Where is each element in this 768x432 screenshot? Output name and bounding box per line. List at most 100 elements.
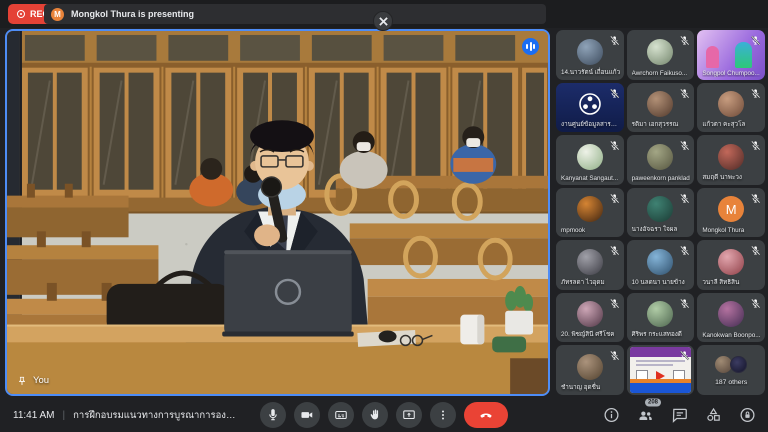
participant-avatar — [718, 144, 744, 170]
participant-avatar — [647, 144, 673, 170]
mic-off-icon — [609, 138, 620, 149]
close-presentation-button[interactable] — [373, 11, 393, 31]
host-controls-icon — [739, 407, 756, 424]
participant-name: 14.นาวรัตน์ เถื่อนแก้ว — [561, 67, 621, 77]
participant-count-badge: 208 — [645, 399, 661, 407]
clock: 11:41 AM — [13, 410, 55, 421]
audio-level-indicator — [522, 38, 539, 55]
mic-off-icon — [679, 296, 690, 307]
participant-tile[interactable]: ภัทรลดา ไวอุดม — [556, 240, 624, 290]
mic-off-icon — [609, 348, 620, 359]
host-controls-button[interactable] — [739, 407, 756, 424]
chat-icon — [671, 407, 688, 424]
participant-avatar — [718, 91, 744, 117]
record-icon — [17, 10, 25, 18]
participant-tile[interactable]: mpmook — [556, 188, 624, 238]
mic-off-icon — [750, 33, 761, 44]
participant-tile[interactable]: รติมา เอกสุวรรณ — [627, 83, 695, 133]
participant-name: งานศูนย์ข้อมูลสารสน... — [561, 119, 621, 129]
mic-off-icon — [609, 86, 620, 97]
mic-off-icon — [679, 348, 690, 359]
participant-tile[interactable]: แก้วตา คะสุวโล — [697, 83, 765, 133]
participant-name: 20. พิชญ์สินี ศรีโชค — [561, 329, 621, 339]
participant-name: Kanyanat Sangaut... — [561, 175, 621, 182]
obs-logo-icon — [578, 92, 602, 116]
participant-tile[interactable]: 14.นาวรัตน์ เถื่อนแก้ว — [556, 30, 624, 80]
meeting-info: 11:41 AM | การฝึกอบรมแนวทางการบูรณาการอง… — [13, 398, 241, 432]
pin-icon — [17, 376, 27, 386]
participant-tile[interactable]: paweenkorn panklad — [627, 135, 695, 185]
info-button[interactable] — [603, 407, 620, 424]
videocam-icon — [300, 408, 314, 422]
bottom-bar: 11:41 AM | การฝึกอบรมแนวทางการบูรณาการอง… — [0, 398, 768, 432]
present-screen-icon — [402, 408, 416, 422]
mic-off-icon — [750, 86, 761, 97]
activities-button[interactable] — [705, 407, 722, 424]
participant-tile[interactable]: 10 นลดนา นายข้าง — [627, 240, 695, 290]
camera-button[interactable] — [294, 402, 320, 428]
participant-tile[interactable]: Awrchorn Faikuso... — [627, 30, 695, 80]
participants-grid: 14.นาวรัตน์ เถื่อนแก้ว Awrchorn Faikuso.… — [556, 30, 765, 395]
raise-hand-icon — [368, 408, 382, 422]
main-video-tile[interactable]: You — [5, 29, 550, 396]
mic-off-icon — [609, 33, 620, 44]
raise-hand-button[interactable] — [362, 402, 388, 428]
participant-tile[interactable]: สมฤดี นาพะวง — [697, 135, 765, 185]
participant-avatar — [577, 249, 603, 275]
present-button[interactable] — [396, 402, 422, 428]
participant-tile[interactable]: Kanokwan Boonpo... — [697, 293, 765, 343]
mic-off-icon — [750, 191, 761, 202]
mic-off-icon — [679, 86, 690, 97]
participant-name: Mongkol Thura — [702, 227, 762, 234]
mic-off-icon — [609, 243, 620, 254]
participant-tile[interactable]: นางอัจฉรา ใจผล — [627, 188, 695, 238]
participant-avatar — [647, 91, 673, 117]
participant-tile[interactable]: งานศูนย์ข้อมูลสารสน... — [556, 83, 624, 133]
participant-tile[interactable]: 187 others — [697, 345, 765, 395]
participant-name: 10 นลดนา นายข้าง — [632, 277, 692, 287]
captions-button[interactable] — [328, 402, 354, 428]
chat-button[interactable] — [671, 407, 688, 424]
participant-name: Awrchorn Faikuso... — [632, 70, 692, 77]
mic-off-icon — [750, 243, 761, 254]
participant-avatar — [577, 39, 603, 65]
stacked-avatar — [730, 356, 747, 373]
participant-avatar — [577, 354, 603, 380]
mic-off-icon — [750, 138, 761, 149]
more-options-button[interactable] — [430, 402, 456, 428]
participant-avatar — [577, 196, 603, 222]
participant-tile[interactable]: Songpol Chumpoo... — [697, 30, 765, 80]
mic-button[interactable] — [260, 402, 286, 428]
participant-name: mpmook — [561, 227, 621, 234]
end-call-icon — [479, 408, 493, 422]
presenter-avatar: M — [51, 8, 64, 21]
meet-window: REC M Mongkol Thura is presenting — [0, 0, 768, 432]
participant-tile[interactable]: วนาลี สิทธิสิน — [697, 240, 765, 290]
mic-off-icon — [679, 191, 690, 202]
participant-avatar — [577, 144, 603, 170]
participant-tile[interactable]: Kanyanat Sangaut... — [556, 135, 624, 185]
participant-tile[interactable] — [627, 345, 695, 395]
participant-avatar — [718, 249, 744, 275]
mic-off-icon — [609, 296, 620, 307]
participant-name: ชำนาญ อุดชื่น — [561, 382, 621, 392]
call-controls — [260, 402, 508, 428]
participant-avatar — [647, 39, 673, 65]
people-button[interactable]: 208 — [637, 407, 654, 424]
participant-name: ภัทรลดา ไวอุดม — [561, 277, 621, 287]
mic-off-icon — [679, 138, 690, 149]
participant-name: Songpol Chumpoo... — [702, 70, 762, 77]
end-call-button[interactable] — [464, 402, 508, 428]
participant-avatar: M — [718, 196, 744, 222]
mic-off-icon — [750, 296, 761, 307]
participant-tile[interactable]: 20. พิชญ์สินี ศรีโชค — [556, 293, 624, 343]
participant-tile[interactable]: ศิริพร กระแสทองดี — [627, 293, 695, 343]
activities-icon — [705, 407, 722, 424]
participant-tile[interactable]: M Mongkol Thura — [697, 188, 765, 238]
captions-icon — [334, 408, 348, 422]
classroom-scene — [7, 31, 548, 394]
participant-name: วนาลี สิทธิสิน — [702, 277, 762, 287]
close-icon — [379, 17, 388, 26]
self-view-label: You — [17, 375, 49, 386]
participant-tile[interactable]: ชำนาญ อุดชื่น — [556, 345, 624, 395]
